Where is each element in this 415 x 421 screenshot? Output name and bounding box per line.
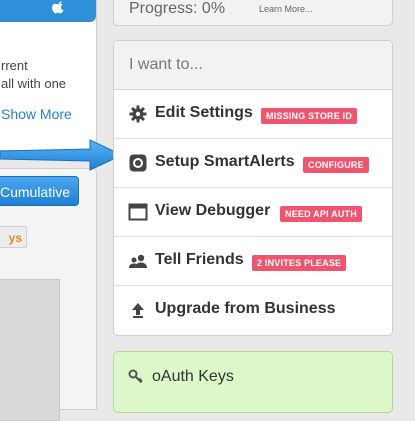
action-upgrade[interactable]: Upgrade from Business [114,286,392,334]
status-badge: 2 INVITES PLEASE [252,255,347,271]
progress-text: Progress: 0% [129,0,226,17]
status-badge: NEED API AUTH [280,206,362,222]
i-want-to-header: I want to... [114,41,392,90]
action-label: Upgrade from Business [155,300,336,317]
users-icon [129,254,147,268]
cumulative-button[interactable]: Cumulative [0,176,79,206]
key-icon [128,369,143,384]
i-want-to-panel: I want to... Edit Settings MISSING STORE… [113,40,393,336]
oauth-keys-label: oAuth Keys [152,368,234,385]
learn-more-link[interactable]: Learn More... [259,4,313,14]
action-label: Edit Settings [155,104,253,121]
action-edit-settings[interactable]: Edit Settings MISSING STORE ID [114,90,392,139]
action-label: Tell Friends [155,251,244,268]
left-top-panel: rrent all with one Show More [0,0,97,151]
target-icon [129,154,147,172]
period-tab[interactable]: ys [0,226,27,248]
status-badge: MISSING STORE ID [261,108,358,124]
upload-arrow-icon [132,303,144,318]
show-more-link[interactable]: Show More [1,106,72,122]
left-description-text: rrent all with one [1,58,67,91]
app-store-badge[interactable] [0,0,96,22]
left-chart-panel: Cumulative ys [0,168,97,421]
action-view-debugger[interactable]: View Debugger NEED API AUTH [114,188,392,237]
action-label: Setup SmartAlerts [155,153,295,170]
oauth-keys-panel[interactable]: oAuth Keys [113,351,393,413]
apple-icon [52,1,64,14]
action-tell-friends[interactable]: Tell Friends 2 INVITES PLEASE [114,237,392,286]
pointer-arrow [0,139,124,171]
status-badge: CONFIGURE [303,157,369,173]
window-icon [128,203,148,221]
progress-panel: Progress: 0% Learn More... [113,0,393,26]
gear-icon [129,105,147,123]
action-setup-smartalerts[interactable]: Setup SmartAlerts CONFIGURE [114,139,392,188]
action-label: View Debugger [155,202,271,219]
